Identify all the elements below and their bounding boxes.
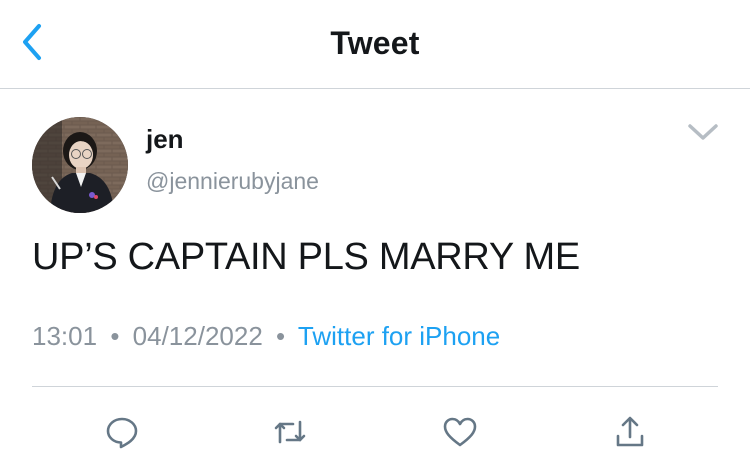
user-handle[interactable]: @jennierubyjane: [146, 168, 319, 195]
retweet-button[interactable]: [266, 408, 314, 456]
avatar[interactable]: [32, 117, 128, 213]
tweet-time: 13:01: [32, 321, 98, 351]
meta-separator: •: [110, 321, 120, 351]
retweet-icon: [271, 414, 309, 450]
tweet-source-link[interactable]: Twitter for iPhone: [298, 321, 500, 351]
more-options-button[interactable]: [680, 116, 726, 152]
nav-header: Tweet: [0, 0, 750, 89]
reply-icon: [104, 414, 140, 450]
divider: [32, 386, 718, 387]
tweet-text: UP’S CAPTAIN PLS MARRY ME: [32, 236, 580, 278]
page-title: Tweet: [330, 25, 420, 61]
display-name[interactable]: jen: [146, 124, 184, 155]
tweet-detail-screen: Tweet jen @jennierubyjane UP’S CAPTAIN P…: [0, 0, 750, 476]
tweet-date: 04/12/2022: [132, 321, 263, 351]
like-button[interactable]: [436, 408, 484, 456]
reply-button[interactable]: [98, 408, 146, 456]
chevron-down-icon: [687, 122, 719, 147]
share-icon: [612, 414, 648, 450]
share-button[interactable]: [606, 408, 654, 456]
heart-icon: [441, 414, 479, 450]
meta-separator: •: [276, 321, 286, 351]
tweet-meta: 13:01 • 04/12/2022 • Twitter for iPhone: [32, 321, 500, 352]
